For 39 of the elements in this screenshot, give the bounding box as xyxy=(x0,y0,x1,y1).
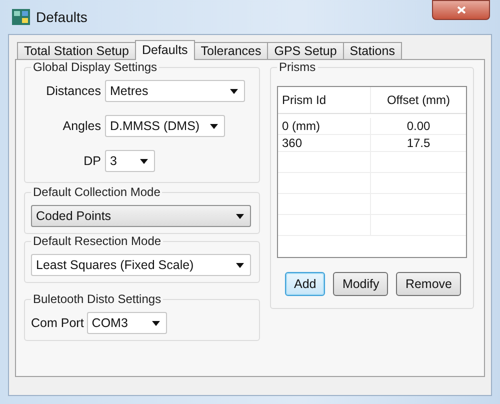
dropdown-arrow-icon xyxy=(230,88,238,94)
field-label: DP xyxy=(82,154,101,168)
table-cell: 17.5 xyxy=(370,135,466,151)
group-title: Prisms xyxy=(277,60,318,74)
table-cell: 0.00 xyxy=(370,118,466,134)
group-title: Global Display Settings xyxy=(31,60,160,74)
dropdown-arrow-icon xyxy=(236,214,244,218)
combo-box[interactable]: Metres xyxy=(105,80,245,102)
group-title: Default Resection Mode xyxy=(31,234,164,248)
dropdown[interactable]: Coded Points xyxy=(31,205,251,227)
column-header: Prism Id xyxy=(281,92,328,109)
table-cell-text: 0 (mm) xyxy=(281,118,321,134)
table-button[interactable]: Add xyxy=(285,272,326,296)
table-cell-text: 360 xyxy=(281,135,304,151)
field-label: Angles xyxy=(62,119,101,133)
tab[interactable]: Total Station Setup xyxy=(17,42,136,59)
field-label: Com Port xyxy=(31,316,84,330)
window-title: Defaults xyxy=(36,9,88,25)
combo-box[interactable]: Least Squares (Fixed Scale) xyxy=(31,254,251,276)
tab[interactable]: Tolerances xyxy=(194,42,268,59)
tab[interactable]: Defaults xyxy=(134,40,195,60)
app-icon xyxy=(12,9,30,25)
combo-box[interactable]: 3 xyxy=(105,150,155,172)
close-icon xyxy=(456,6,466,14)
table-button[interactable]: Remove xyxy=(396,272,461,296)
column-header: Offset (mm) xyxy=(370,87,466,113)
table-button[interactable]: Modify xyxy=(333,272,388,296)
dropdown-arrow-icon xyxy=(152,320,160,326)
dropdown-arrow-icon xyxy=(236,262,244,268)
tab[interactable]: GPS Setup xyxy=(267,42,344,59)
field-label: Distances xyxy=(45,84,101,98)
dropdown-arrow-icon xyxy=(140,158,148,164)
dropdown-arrow-icon xyxy=(210,124,218,128)
group-title: Default Collection Mode xyxy=(31,185,162,199)
close-button[interactable] xyxy=(432,0,490,20)
group-title: Buletooth Disto Settings xyxy=(31,292,164,306)
combo-box[interactable]: D.MMSS (DMS) xyxy=(105,115,225,137)
combo-box[interactable]: COM3 xyxy=(86,312,167,334)
tab[interactable]: Stations xyxy=(342,42,402,59)
